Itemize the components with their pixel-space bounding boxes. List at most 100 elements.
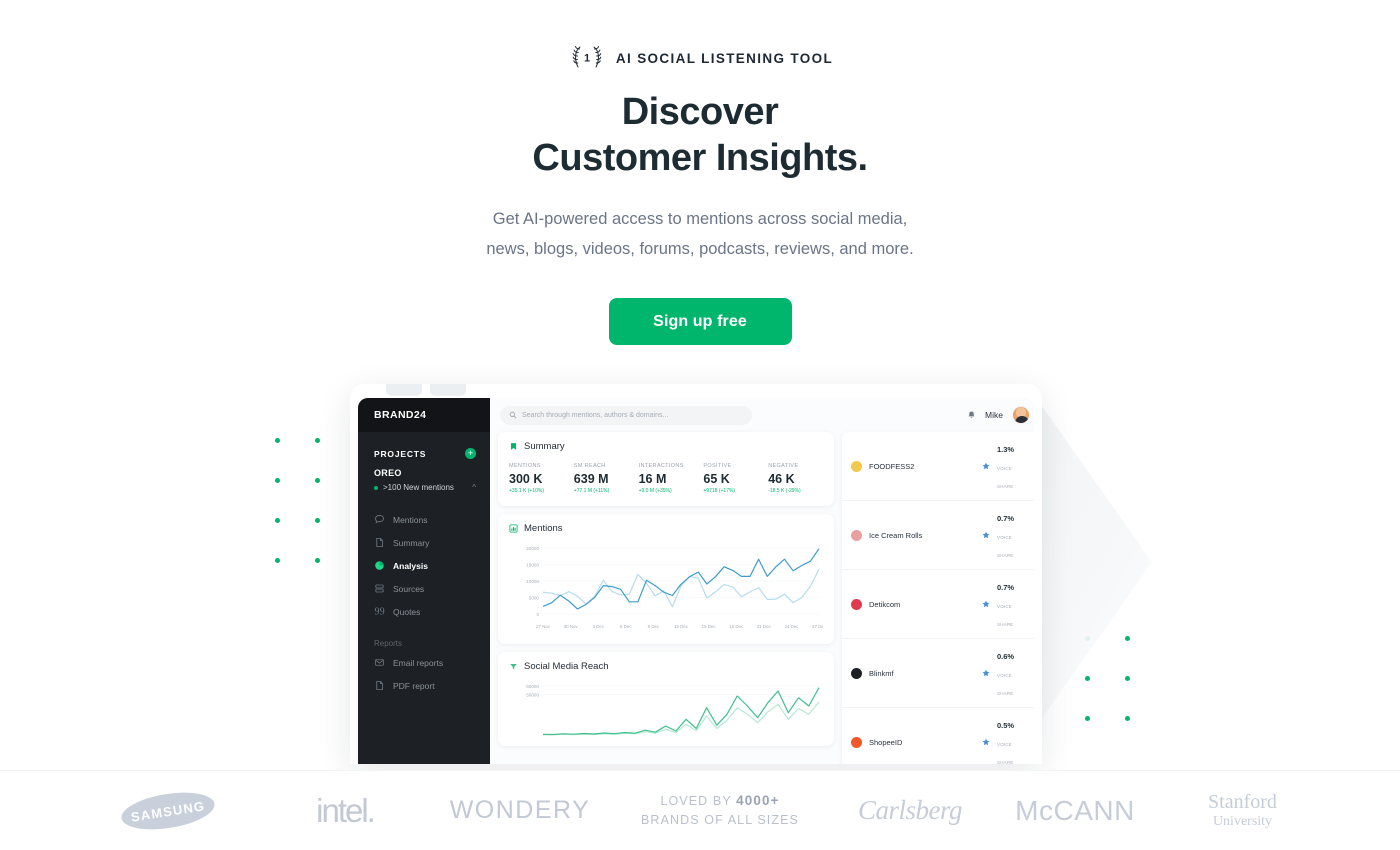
mentions-line-chart: 20000 15000 10000 5000 0 27 Nov 30 Nov 3 Dec 6 D… [526, 546, 823, 629]
sidebar-item-summary[interactable]: Summary [358, 531, 490, 554]
svg-text:60000: 60000 [526, 684, 539, 689]
decor-dot [315, 518, 320, 523]
plus-icon[interactable]: + [465, 448, 476, 459]
influencer-name: FOODFESS2 [869, 461, 915, 471]
stat-value: 16 M [638, 472, 667, 486]
subtitle-line-1: Get AI-powered access to mentions across… [492, 210, 908, 228]
star-icon [982, 669, 990, 677]
stat-label: NEGATIVE [768, 463, 799, 469]
title-line-2: Customer Insights. [532, 137, 868, 179]
page-title: Discover Customer Insights. [0, 92, 1400, 178]
avatar[interactable] [1012, 406, 1030, 424]
summary-card: Summary MENTIONS 300 K +35.1 K (+10%) SM… [498, 432, 834, 506]
reach-card-title: Social Media Reach [524, 661, 609, 672]
svg-text:27 Dec: 27 Dec [812, 624, 823, 629]
svg-text:15000: 15000 [526, 563, 539, 568]
star-icon [982, 600, 990, 608]
sign-up-free-button[interactable]: Sign up free [608, 298, 792, 345]
sidebar-item-quotes[interactable]: 99 Quotes [358, 600, 490, 623]
influencer-name: ShopeeID [869, 737, 903, 747]
hero-subtitle: Get AI-powered access to mentions across… [0, 204, 1400, 264]
search-input[interactable]: Search through mentions, authors & domai… [500, 405, 752, 425]
award-badge: 1 AI SOCIAL LISTENING TOOL [0, 44, 1400, 72]
voice-share: 0.7% VOICE SHARE [997, 577, 1029, 631]
influencer-name: Ice Cream Rolls [869, 530, 923, 540]
summary-card-title: Summary [524, 441, 565, 452]
stat-label: INTERACTIONS [638, 463, 684, 469]
stat-delta: -18.5 K (-29%) [768, 488, 801, 494]
svg-text:99: 99 [375, 606, 385, 617]
project-name[interactable]: OREO [358, 459, 490, 478]
sidebar-item-pdf-report[interactable]: PDF report [358, 674, 490, 697]
voice-share: 0.6% VOICE SHARE [997, 646, 1029, 700]
new-mentions-label: >100 New mentions [383, 483, 454, 492]
stat-value: 65 K [703, 472, 730, 486]
stat-mentions: MENTIONS 300 K +35.1 K (+10%) [509, 463, 564, 494]
svg-text:20000: 20000 [526, 546, 539, 551]
stat-value: 639 M [573, 472, 609, 486]
filter-icon [510, 663, 517, 670]
dashboard-main: Search through mentions, authors & domai… [490, 398, 1034, 764]
sidebar-item-sources[interactable]: Sources [358, 577, 490, 600]
decor-dot [315, 558, 320, 563]
bar-chart-icon [509, 524, 518, 533]
voice-share-pct: 0.7% [997, 514, 1015, 523]
decor-dot [315, 478, 320, 483]
list-item[interactable]: Blinkmf 0.6% VOICE SHARE [842, 639, 1034, 708]
right-column: FOODFESS2 1.3% VOICE SHARE Ice Cream Rol… [842, 432, 1034, 764]
decor-dot [275, 558, 280, 563]
star-icon [982, 462, 990, 470]
svg-text:0: 0 [536, 612, 539, 617]
reach-card-header: Social Media Reach [498, 652, 834, 672]
decor-dot [275, 478, 280, 483]
reach-line-chart: 60000 50000 [526, 684, 820, 736]
decor-dot [1085, 676, 1090, 681]
list-item[interactable]: Detikcom 0.7% VOICE SHARE [842, 570, 1034, 639]
sidebar-item-label: Summary [393, 537, 430, 548]
left-column: Summary MENTIONS 300 K +35.1 K (+10%) SM… [498, 432, 834, 764]
intel-label: intel. [316, 791, 376, 829]
voice-share-pct: 1.3% [997, 445, 1015, 454]
sidebar-item-analysis[interactable]: Analysis [358, 554, 490, 577]
voice-share-pct: 0.5% [997, 721, 1015, 730]
loved-count: 4000+ [736, 793, 780, 808]
bell-icon[interactable] [967, 410, 976, 420]
svg-text:3 Dec: 3 Dec [592, 624, 604, 629]
stat-value: 300 K [509, 472, 543, 486]
reach-chart-card: Social Media Reach 60000 50000 [498, 652, 834, 746]
influencers-card: FOODFESS2 1.3% VOICE SHARE Ice Cream Rol… [842, 432, 1034, 764]
svg-text:30 Nov: 30 Nov [564, 624, 579, 629]
stat-delta: +9718 (+17%) [703, 488, 736, 494]
decor-dot [1125, 676, 1130, 681]
decor-dots-left [275, 438, 330, 568]
voice-share: 1.3% VOICE SHARE [997, 439, 1029, 493]
chevron-up-icon[interactable]: ^ [472, 483, 476, 492]
loved-by-block: LOVED BY 4000+ BRANDS OF ALL SIZES [613, 791, 828, 830]
new-mentions-row[interactable]: >100 New mentions ^ [358, 478, 490, 492]
brand-logo-text: BRAND24 [374, 409, 427, 421]
svg-text:10000: 10000 [526, 579, 539, 584]
voice-share: 0.7% VOICE SHARE [997, 508, 1029, 562]
stat-delta: +9.0 M (+35%) [638, 488, 672, 494]
list-item[interactable]: Ice Cream Rolls 0.7% VOICE SHARE [842, 501, 1034, 570]
subtitle-line-2: news, blogs, videos, forums, podcasts, r… [486, 240, 914, 258]
carlsberg-label: Carlsberg [857, 795, 963, 825]
wondery-label: WONDERY [449, 796, 591, 824]
list-item[interactable]: FOODFESS2 1.3% VOICE SHARE [842, 432, 1034, 501]
logo-intel: intel. [263, 792, 428, 830]
search-icon [509, 411, 517, 419]
reach-chart: 60000 50000 [498, 672, 834, 746]
voice-share-caption: VOICE SHARE [997, 742, 1014, 764]
dashboard-mockup: BRAND24 PROJECTS + OREO >100 New mention… [350, 384, 1042, 764]
avatar [851, 667, 862, 679]
server-icon [375, 584, 384, 593]
stat-label: MENTIONS [509, 463, 541, 469]
list-item[interactable]: ShopeeID 0.5% VOICE SHARE [842, 708, 1034, 764]
sidebar-item-email-reports[interactable]: Email reports [358, 651, 490, 674]
mentions-card-title: Mentions [524, 523, 563, 534]
sidebar-item-mentions[interactable]: Mentions [358, 508, 490, 531]
stat-sm-reach: SM REACH 639 M +77.1 M (+11%) [574, 463, 629, 494]
badge-label: AI SOCIAL LISTENING TOOL [615, 50, 834, 66]
sidebar-item-label: Email reports [393, 657, 444, 668]
landing-page: 1 AI SOCIAL LISTENING TOOL Discover Cust… [0, 0, 1400, 850]
